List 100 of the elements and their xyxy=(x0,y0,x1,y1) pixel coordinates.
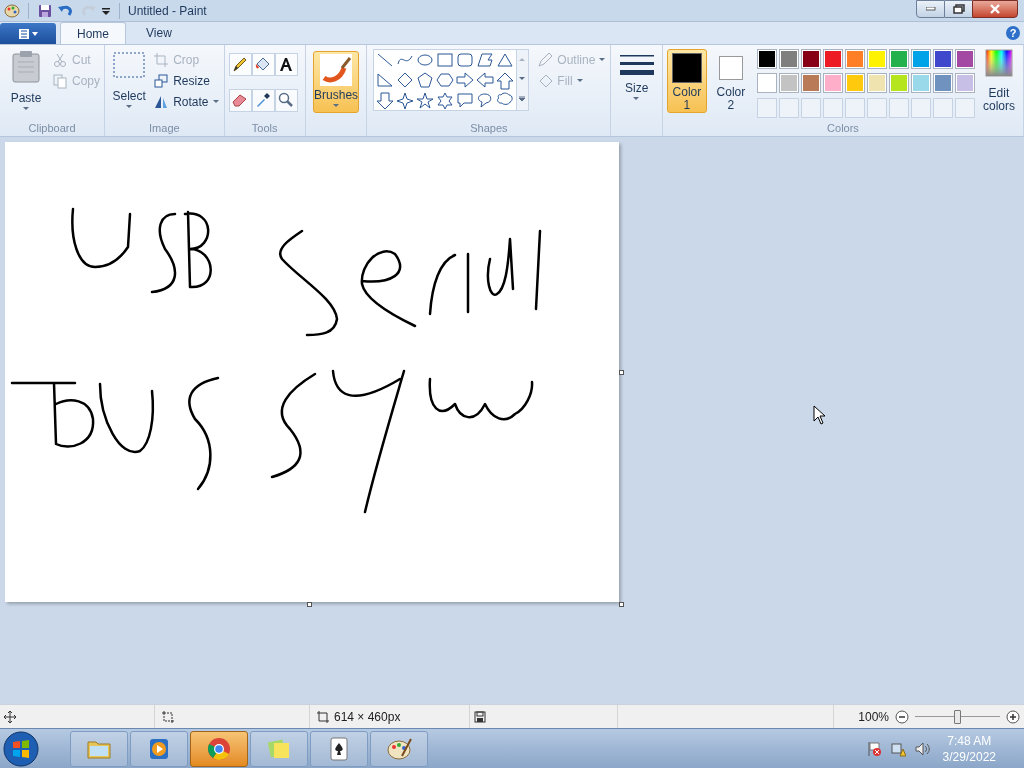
color-selector[interactable]: Color 1 xyxy=(666,49,707,113)
rectangular-callout-icon xyxy=(456,92,475,110)
polygon-icon xyxy=(476,52,495,70)
crop-icon xyxy=(153,51,170,68)
color-spectrum-icon xyxy=(984,49,1013,77)
expand-icon[interactable] xyxy=(519,96,527,103)
caret-icon xyxy=(125,105,133,109)
right-arrow-icon xyxy=(456,72,475,90)
taskbar-button[interactable] xyxy=(130,730,188,767)
text-tool-icon[interactable] xyxy=(274,53,298,76)
restore-button[interactable] xyxy=(945,0,972,18)
color-swatch[interactable] xyxy=(910,49,931,69)
save-icon[interactable] xyxy=(37,2,53,19)
color-swatch[interactable] xyxy=(888,49,909,69)
color-picker-icon[interactable] xyxy=(251,88,275,112)
color-swatch[interactable] xyxy=(866,49,887,69)
resize-icon xyxy=(153,72,170,89)
color-swatch[interactable] xyxy=(954,73,975,94)
paste-button[interactable]: Paste xyxy=(4,49,48,120)
left-arrow-icon xyxy=(476,72,495,90)
close-icon xyxy=(989,4,1001,14)
down-arrow-icon xyxy=(376,92,395,110)
color-swatch[interactable] xyxy=(866,73,887,94)
group-label: Shapes xyxy=(469,121,509,136)
color-swatch[interactable] xyxy=(800,49,821,69)
caret-icon xyxy=(332,104,340,108)
color-swatch[interactable] xyxy=(932,73,953,94)
help-button[interactable]: ? xyxy=(1006,26,1020,40)
drawing-canvas[interactable] xyxy=(5,142,619,602)
application-menu-button[interactable] xyxy=(0,23,56,44)
brush-icon xyxy=(320,54,353,86)
menu-icon xyxy=(17,27,39,40)
selection-icon xyxy=(161,709,175,724)
pencil-icon[interactable] xyxy=(228,53,252,76)
ribbon-tab[interactable]: View xyxy=(130,22,188,44)
restore-icon xyxy=(952,4,965,14)
size-button[interactable]: Size xyxy=(619,53,654,101)
group-label: Image xyxy=(148,121,181,136)
zoom-level: 100% xyxy=(858,708,889,726)
color-swatch[interactable] xyxy=(910,73,931,94)
select-button[interactable]: Select xyxy=(109,49,150,120)
color-swatch[interactable] xyxy=(800,73,821,94)
zoom-out-icon[interactable] xyxy=(895,709,909,724)
start-button-icon[interactable] xyxy=(2,729,40,768)
minimize-icon xyxy=(925,7,936,11)
palette-icon[interactable] xyxy=(4,2,20,19)
group-label: Tools xyxy=(250,121,279,136)
minimize-button[interactable] xyxy=(916,0,945,18)
caret-icon xyxy=(633,97,641,101)
taskbar-button[interactable] xyxy=(310,730,368,767)
five-point-star-icon xyxy=(416,92,435,110)
taskbar-button[interactable] xyxy=(190,730,248,767)
color-swatch[interactable] xyxy=(756,73,777,94)
color-swatch[interactable] xyxy=(954,49,975,69)
resize-handle[interactable] xyxy=(619,370,624,375)
line-widths-icon xyxy=(619,53,654,75)
zoom-in-icon[interactable] xyxy=(1006,709,1020,724)
hexagon-icon xyxy=(436,72,455,90)
close-button[interactable] xyxy=(972,0,1018,18)
zoom-slider[interactable] xyxy=(915,709,1000,724)
color-swatch[interactable] xyxy=(888,73,909,94)
triangle-icon xyxy=(496,52,515,70)
color-swatch[interactable] xyxy=(778,73,799,94)
resize-handle[interactable] xyxy=(307,602,312,607)
resize-handle[interactable] xyxy=(619,602,624,607)
copy-icon xyxy=(52,72,68,89)
rotate-button[interactable]: Rotate xyxy=(153,91,220,112)
caret-icon xyxy=(599,57,607,62)
network-icon[interactable] xyxy=(889,740,906,757)
right-triangle-icon xyxy=(376,72,395,90)
eraser-icon[interactable] xyxy=(228,88,252,112)
resize-button[interactable]: Resize xyxy=(153,70,220,91)
color-swatch[interactable] xyxy=(822,73,843,94)
magnifier-icon[interactable] xyxy=(274,88,298,112)
window-title: Untitled - Paint xyxy=(128,2,207,20)
color-selector[interactable]: Color 2 xyxy=(710,49,751,113)
caret-icon xyxy=(576,78,584,83)
color-swatch[interactable] xyxy=(756,49,777,69)
six-point-star-icon xyxy=(436,92,455,110)
color-swatch[interactable] xyxy=(822,49,843,69)
shapes-gallery[interactable] xyxy=(373,49,530,111)
brushes-button[interactable]: Brushes xyxy=(313,51,360,113)
color-swatch[interactable] xyxy=(844,49,865,69)
mouse-cursor-icon xyxy=(813,405,827,425)
taskbar-button[interactable] xyxy=(370,730,428,767)
flag-icon[interactable] xyxy=(865,740,882,757)
clipboard-icon xyxy=(10,49,42,83)
color-swatch[interactable] xyxy=(778,49,799,69)
caret-icon xyxy=(22,107,30,111)
edit-colors-button[interactable]: Edit colors xyxy=(982,49,1015,120)
diamond-icon xyxy=(396,72,415,90)
color-swatch[interactable] xyxy=(932,49,953,69)
color-swatch[interactable] xyxy=(844,73,865,94)
up-arrow-icon xyxy=(496,72,515,90)
scroll-down-icon[interactable] xyxy=(519,77,527,81)
ribbon-tab[interactable]: Home xyxy=(60,22,126,44)
group-label: Colors xyxy=(826,121,860,136)
speaker-icon[interactable] xyxy=(913,740,930,757)
pentagon-icon xyxy=(416,72,435,90)
scroll-up-icon[interactable] xyxy=(519,57,527,62)
